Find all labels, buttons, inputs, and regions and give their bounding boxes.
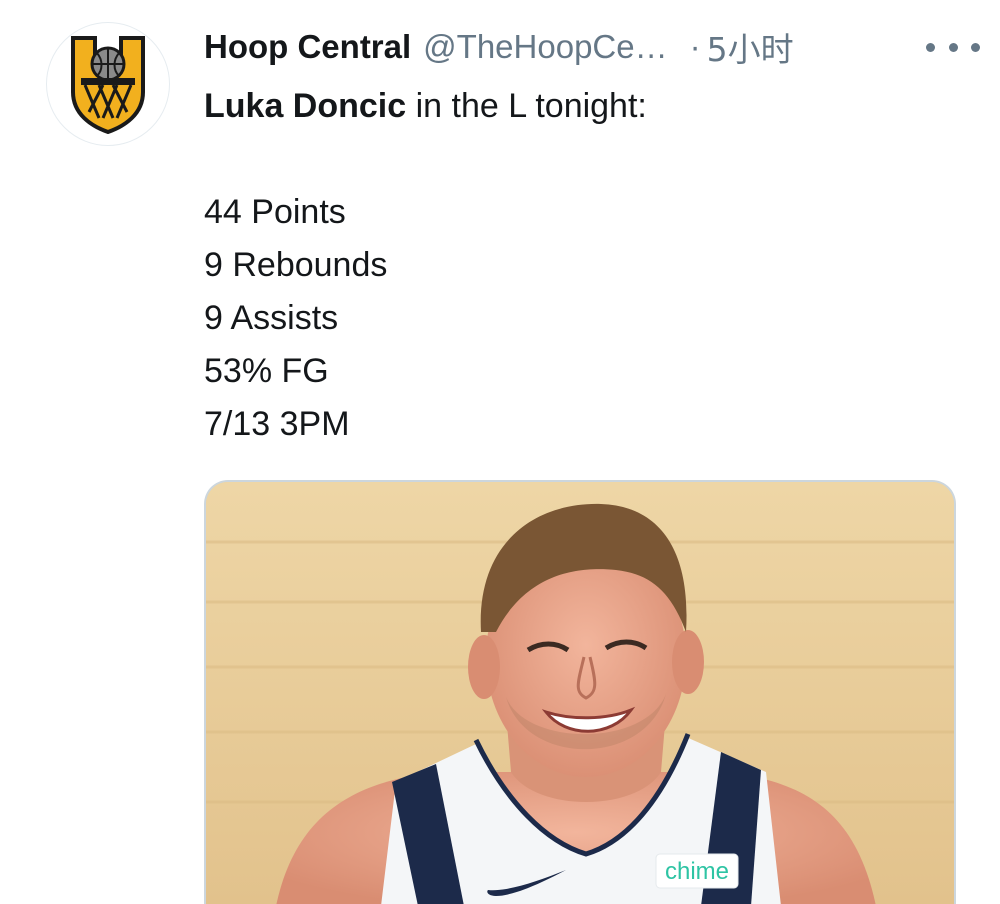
header-separator: · xyxy=(689,28,701,65)
jersey-sponsor-text: chime xyxy=(665,858,729,885)
author-display-name[interactable]: Hoop Central xyxy=(204,28,411,66)
intro-rest: in the L tonight: xyxy=(406,87,647,125)
tweet-intro-line: Luka Doncic in the L tonight: xyxy=(204,80,964,133)
tweet-header: Hoop Central @TheHoopCe… · 5小时 xyxy=(204,22,980,72)
stat-line: 9 Rebounds xyxy=(204,246,388,284)
hoop-central-logo-icon xyxy=(71,36,145,134)
player-photo: chime xyxy=(206,482,954,904)
stat-line: 44 Points xyxy=(204,193,346,231)
author-handle[interactable]: @TheHoopCe… xyxy=(423,28,667,66)
more-dot xyxy=(926,42,935,52)
stat-line: 53% FG xyxy=(204,352,329,390)
tweet-text: Luka Doncic in the L tonight: 44 Points … xyxy=(204,80,964,451)
stat-line: 9 Assists xyxy=(204,299,339,337)
stat-line: 7/13 3PM xyxy=(204,405,350,443)
tweet-timestamp[interactable]: 5小时 xyxy=(707,23,794,71)
author-avatar[interactable] xyxy=(46,22,170,146)
more-options-icon[interactable] xyxy=(926,30,980,64)
player-name: Luka Doncic xyxy=(204,87,407,125)
tweet-photo[interactable]: chime xyxy=(204,480,956,904)
tweet-card[interactable]: Hoop Central @TheHoopCe… · 5小时 Luka Donc… xyxy=(0,0,1000,904)
more-dot xyxy=(971,42,980,52)
more-dot xyxy=(948,42,958,52)
